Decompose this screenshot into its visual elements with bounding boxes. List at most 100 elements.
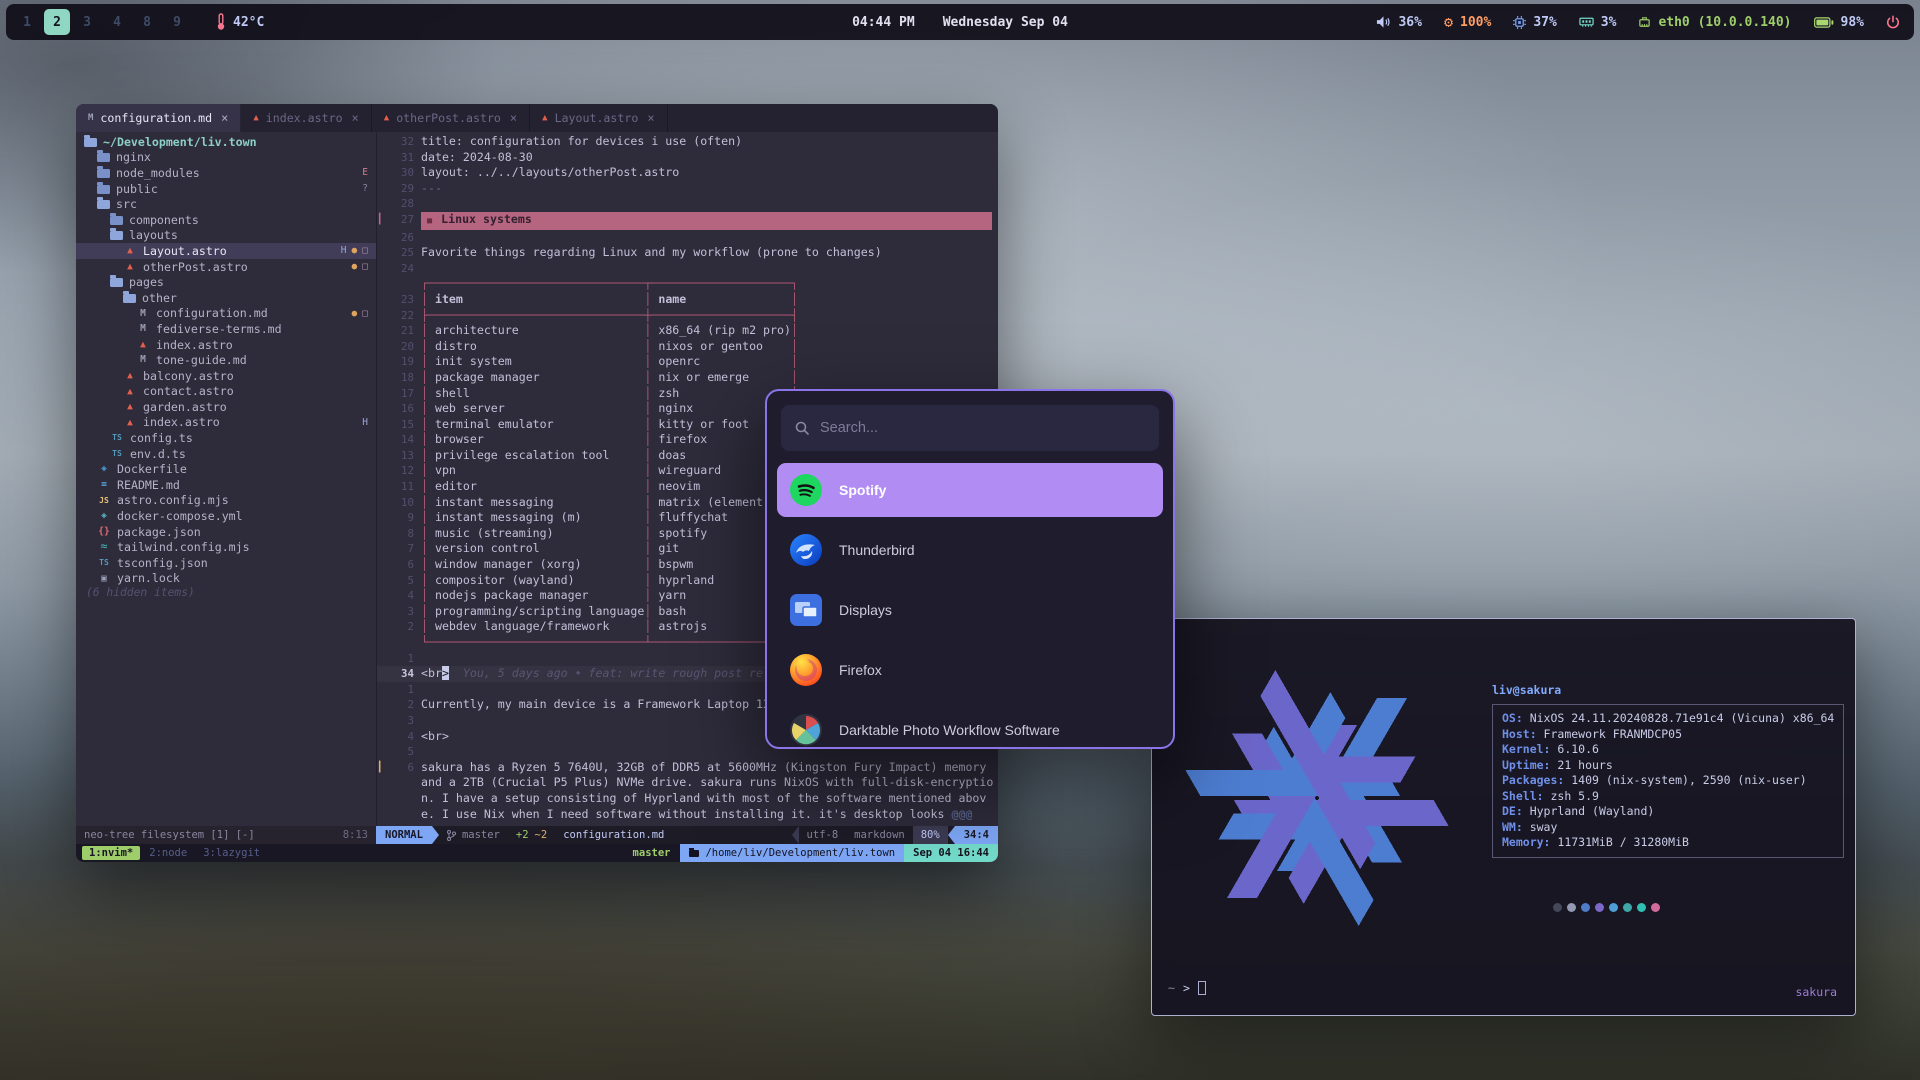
memory-module[interactable]: 3% <box>1579 15 1617 30</box>
tree-item[interactable]: ◈docker-compose.yml <box>76 508 376 524</box>
battery-module[interactable]: 98% <box>1814 15 1864 30</box>
tree-item[interactable]: ◈Dockerfile <box>76 461 376 477</box>
tree-item[interactable]: {}package.json <box>76 524 376 540</box>
workspace-button-9[interactable]: 9 <box>164 9 190 35</box>
tree-item[interactable]: Mtone-guide.md <box>76 352 376 368</box>
sign-column <box>377 370 387 386</box>
diff-modified: ~2 <box>535 829 548 841</box>
tree-item[interactable]: public? <box>76 181 376 197</box>
table-cell-item: instant messaging (m) <box>428 510 644 524</box>
line-number: 20 <box>387 339 421 355</box>
tree-item[interactable]: ▲otherPost.astro●□ <box>76 259 376 275</box>
power-button[interactable] <box>1886 15 1900 29</box>
editor-line[interactable]: 29--- <box>377 181 998 197</box>
sign-column <box>377 354 387 370</box>
editor-line[interactable]: 32title: configuration for devices i use… <box>377 134 998 150</box>
tmux-window-2[interactable]: 2:node <box>142 846 194 860</box>
launcher-item-label: Darktable Photo Workflow Software <box>839 722 1060 738</box>
sign-column <box>377 292 387 308</box>
editor-line[interactable]: 21│ architecture │ x86_64 (rip m2 pro)│ <box>377 323 998 339</box>
line-text: ■Linux systems <box>421 212 998 230</box>
launcher-item-displays[interactable]: Displays <box>777 583 1163 637</box>
editor-line[interactable]: 19│ init system │ openrc │ <box>377 354 998 370</box>
tree-item[interactable]: Mconfiguration.md●□ <box>76 306 376 322</box>
tree-item[interactable]: layouts <box>76 228 376 244</box>
tree-item[interactable]: ▣yarn.lock <box>76 571 376 587</box>
table-cell-item: editor <box>428 479 644 493</box>
temperature-module[interactable]: 42°C <box>216 13 264 31</box>
cursor-position: 34:4 <box>955 826 998 844</box>
close-icon[interactable]: × <box>510 111 517 125</box>
heading-icon: ■ <box>427 216 432 226</box>
buffer-tab[interactable]: ▲otherPost.astro× <box>372 104 530 132</box>
tmux-window-3[interactable]: 3:lazygit <box>196 846 267 860</box>
table-border: │ <box>421 541 428 555</box>
tree-item[interactable]: nginx <box>76 150 376 166</box>
launcher-item-firefox[interactable]: Firefox <box>777 643 1163 697</box>
workspace-button-1[interactable]: 1 <box>14 9 40 35</box>
tree-item[interactable]: Mfediverse-terms.md <box>76 321 376 337</box>
tree-item[interactable]: ▲contact.astro <box>76 384 376 400</box>
workspace-button-3[interactable]: 3 <box>74 9 100 35</box>
launcher-item-spotify[interactable]: Spotify <box>777 463 1163 517</box>
table-cell-item: webdev language/framework <box>428 619 644 633</box>
sign-column <box>377 697 387 713</box>
launcher-item-darktable[interactable]: Darktable Photo Workflow Software <box>777 703 1163 749</box>
editor-line[interactable]: 20│ distro │ nixos or gentoo │ <box>377 339 998 355</box>
buffer-tab[interactable]: ▲Layout.astro× <box>530 104 667 132</box>
editor-line[interactable]: 24 <box>377 261 998 277</box>
volume-module[interactable]: 36% <box>1376 15 1421 30</box>
editor-line[interactable]: 31date: 2024-08-30 <box>377 150 998 166</box>
tree-item[interactable]: ▲garden.astro <box>76 399 376 415</box>
gear-module[interactable]: ⚙ 100% <box>1444 13 1491 31</box>
editor-line[interactable]: ┌───────────────────────────────┬───────… <box>377 276 998 292</box>
cpu-module[interactable]: 37% <box>1513 15 1556 30</box>
tree-item[interactable]: ≡README.md <box>76 477 376 493</box>
line-number: 6 <box>387 760 421 822</box>
session-name: sakura <box>1795 985 1837 999</box>
tree-item[interactable]: ▲Layout.astroH●□ <box>76 243 376 259</box>
editor-line[interactable]: ▎27■Linux systems <box>377 212 998 230</box>
close-icon[interactable]: × <box>647 111 654 125</box>
tree-item[interactable]: other <box>76 290 376 306</box>
buffer-tab[interactable]: ▲index.astro× <box>241 104 371 132</box>
table-border: │ <box>421 604 428 618</box>
tmux-window-1[interactable]: 1:nvim* <box>82 846 140 860</box>
editor-line[interactable]: 18│ package manager │ nix or emerge │ <box>377 370 998 386</box>
launcher-item-thunderbird[interactable]: Thunderbird <box>777 523 1163 577</box>
network-module[interactable]: eth0 (10.0.0.140) <box>1638 15 1791 30</box>
tree-item[interactable]: TSenv.d.ts <box>76 446 376 462</box>
workspace-button-8[interactable]: 8 <box>134 9 160 35</box>
launcher-search-field[interactable]: Search... <box>781 405 1159 451</box>
editor-line[interactable]: 25Favorite things regarding Linux and my… <box>377 245 998 261</box>
docker-icon: ◈ <box>97 461 111 477</box>
tree-item[interactable]: TSconfig.ts <box>76 430 376 446</box>
editor-line[interactable]: 30layout: ../../layouts/otherPost.astro <box>377 165 998 181</box>
tree-item[interactable]: ▲index.astro <box>76 337 376 353</box>
tree-item-name: tailwind.config.mjs <box>117 540 250 554</box>
tree-item[interactable]: ~/Development/liv.town <box>76 134 376 150</box>
tree-item[interactable]: ≈tailwind.config.mjs <box>76 539 376 555</box>
tree-item[interactable]: src <box>76 196 376 212</box>
line-number: 8 <box>387 526 421 542</box>
tree-item[interactable]: TStsconfig.json <box>76 555 376 571</box>
editor-line[interactable]: ▎6sakura has a Ryzen 5 7640U, 32GB of DD… <box>377 760 998 822</box>
shell-prompt[interactable]: ~ > <box>1168 981 1206 995</box>
buffer-tab[interactable]: Mconfiguration.md× <box>76 104 241 132</box>
workspace-button-4[interactable]: 4 <box>104 9 130 35</box>
editor-line[interactable]: 22├───────────────────────────────┼─────… <box>377 308 998 324</box>
editor-line[interactable]: 28 <box>377 196 998 212</box>
workspace-button-2[interactable]: 2 <box>44 9 70 35</box>
editor-line[interactable]: 23│ item │ name │ <box>377 292 998 308</box>
editor-line[interactable]: 26 <box>377 230 998 246</box>
tree-item[interactable]: node_modulesE <box>76 165 376 181</box>
tree-item[interactable]: ▲index.astroH <box>76 415 376 431</box>
line-text: │ package manager │ nix or emerge │ <box>421 370 998 386</box>
tree-item[interactable]: components <box>76 212 376 228</box>
tree-item[interactable]: pages <box>76 274 376 290</box>
clock-module[interactable]: 04:44 PM Wednesday Sep 04 <box>852 15 1068 30</box>
tree-item[interactable]: ▲balcony.astro <box>76 368 376 384</box>
close-icon[interactable]: × <box>352 111 359 125</box>
close-icon[interactable]: × <box>221 111 228 125</box>
tree-item[interactable]: JSastro.config.mjs <box>76 493 376 509</box>
